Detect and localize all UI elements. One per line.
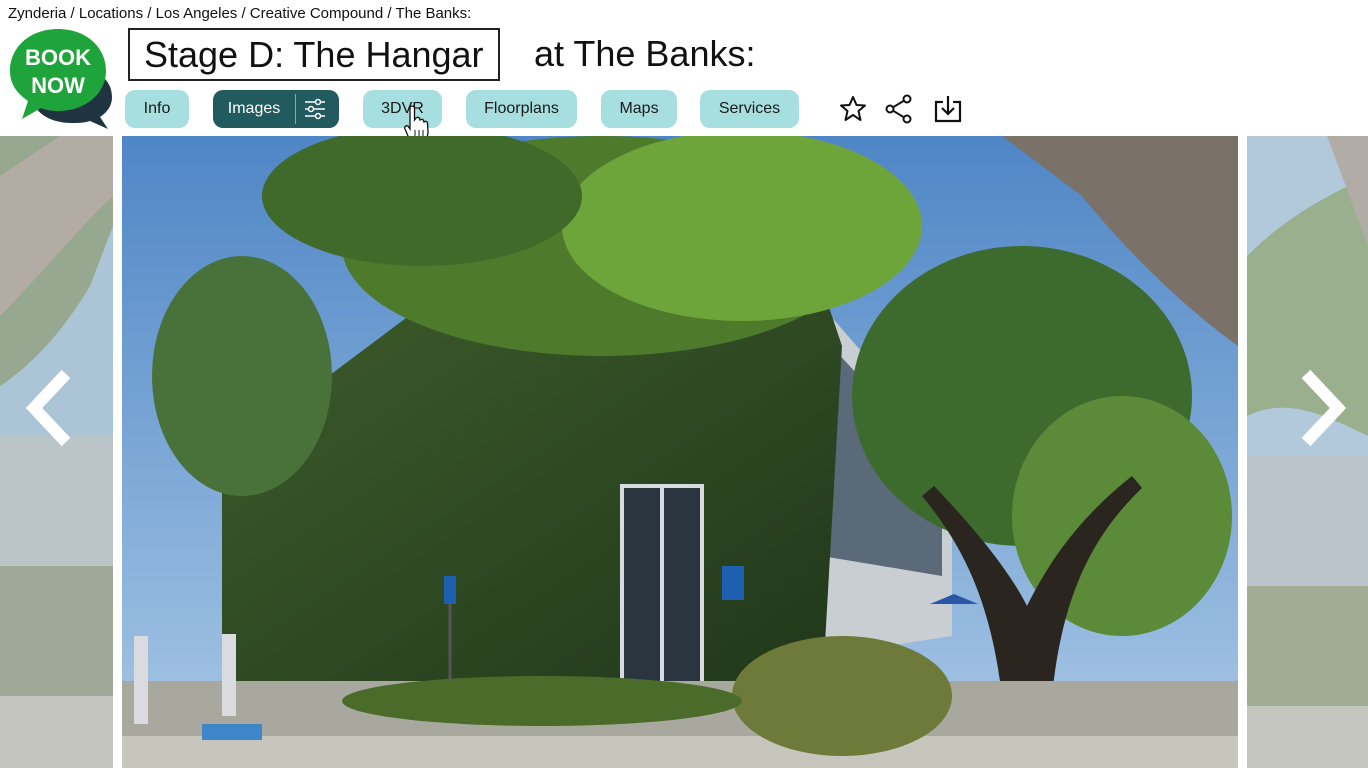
next-photo-preview[interactable] [1247, 136, 1368, 768]
tab-images-label: Images [227, 100, 281, 117]
filter-settings-icon[interactable] [303, 97, 327, 121]
book-now-logo[interactable]: BOOK NOW [8, 27, 116, 131]
chevron-left-icon[interactable] [22, 368, 76, 448]
tab-services[interactable]: Services [700, 90, 799, 128]
tab-info-label: Info [143, 100, 171, 117]
page-title-suffix: at The Banks: [534, 33, 756, 74]
share-icon[interactable] [884, 94, 914, 124]
page-title-location: Stage D: The Hangar [128, 28, 500, 81]
tab-divider [295, 94, 296, 124]
tab-maps-label: Maps [619, 100, 659, 117]
tab-maps[interactable]: Maps [601, 90, 677, 128]
logo-text-now: NOW [31, 73, 85, 98]
tab-images[interactable]: Images [213, 90, 339, 128]
main-photo[interactable] [122, 136, 1238, 768]
image-gallery [0, 136, 1368, 768]
tab-floorplans-label: Floorplans [484, 100, 559, 117]
preview-overlay [0, 136, 113, 768]
previous-photo-preview[interactable] [0, 136, 113, 768]
download-icon[interactable] [933, 94, 963, 124]
tab-info[interactable]: Info [125, 90, 189, 128]
preview-overlay [1247, 136, 1368, 768]
chevron-right-icon[interactable] [1296, 368, 1350, 448]
breadcrumb[interactable]: Zynderia / Locations / Los Angeles / Cre… [8, 5, 471, 22]
star-icon[interactable] [838, 94, 868, 124]
logo-text-book: BOOK [25, 45, 91, 70]
tab-services-label: Services [718, 100, 781, 117]
tab-floorplans[interactable]: Floorplans [466, 90, 577, 128]
